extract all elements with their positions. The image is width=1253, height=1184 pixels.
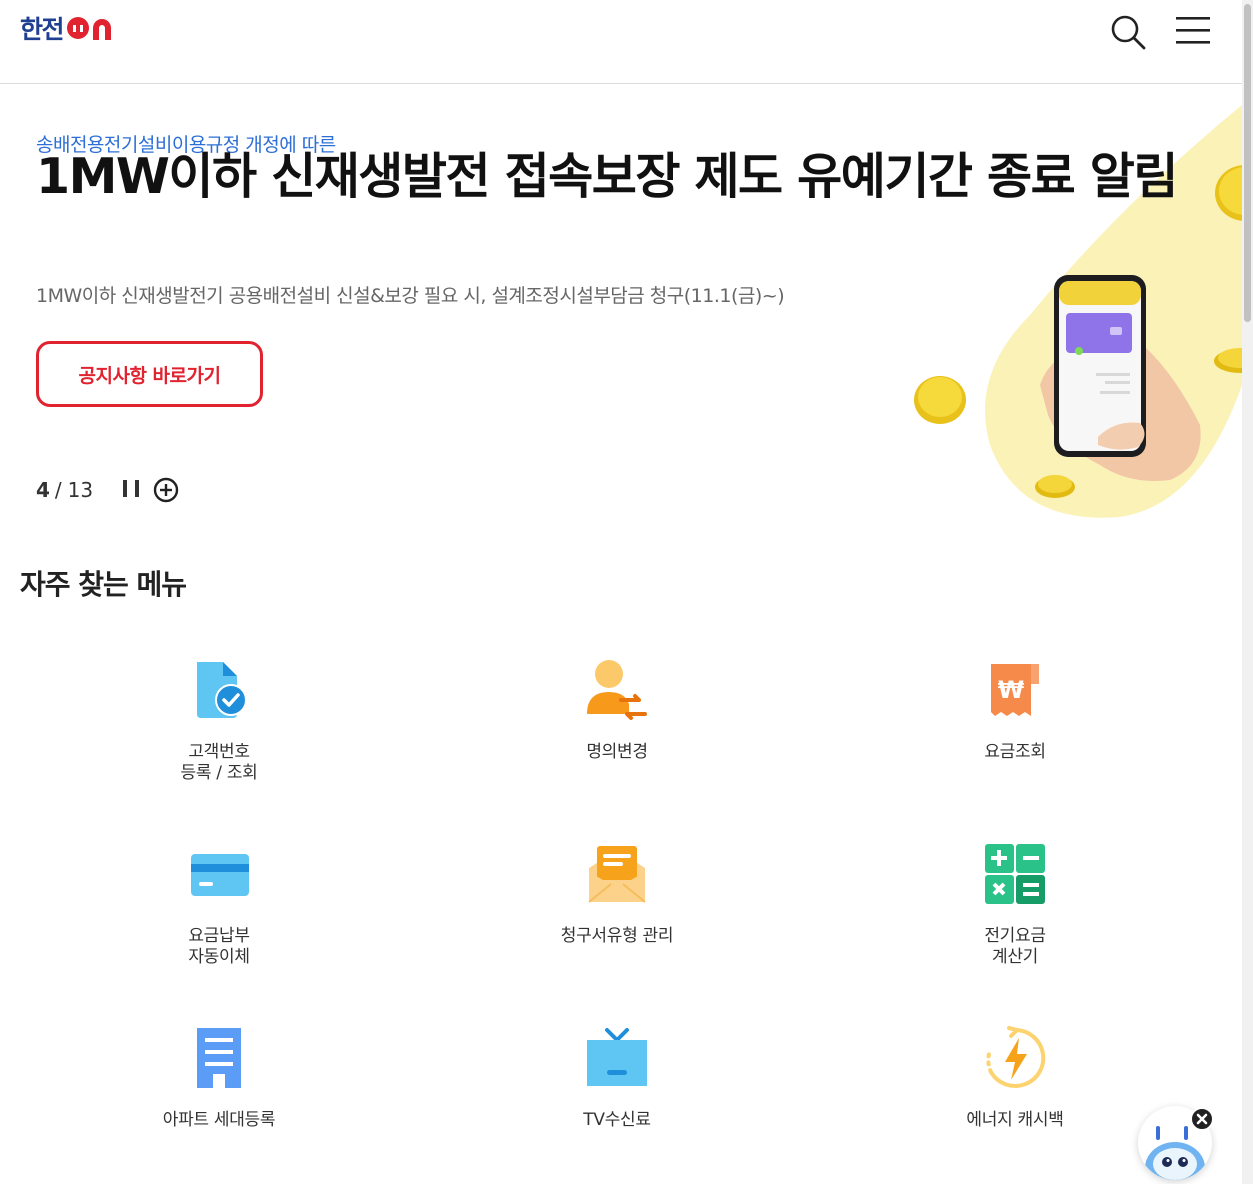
menu-label: 요금조회: [984, 742, 1046, 762]
envelope-icon: [588, 846, 646, 903]
close-icon: [1196, 1113, 1208, 1125]
main-banner: 송배전용전기설비이용규정 개정에 따른 1MW이하 신재생발전 접속보장 제도 …: [0, 85, 1242, 525]
menu-label: 전기요금 계산기: [984, 926, 1046, 967]
page-scrollbar[interactable]: [1242, 0, 1253, 1184]
menu-label: 명의변경: [586, 742, 648, 762]
menu-item-bill-inquiry[interactable]: ₩ 요금조회: [816, 640, 1214, 810]
calculator-icon: [985, 844, 1045, 904]
person-transfer-icon: [587, 660, 647, 720]
svg-text:₩: ₩: [998, 676, 1025, 704]
kepco-on-logo[interactable]: 한전: [20, 12, 115, 44]
pause-button[interactable]: [123, 480, 140, 500]
hamburger-icon: [1176, 17, 1210, 44]
hamburger-menu-button[interactable]: [1174, 14, 1214, 48]
pause-icon: [123, 480, 128, 497]
won-receipt-icon: ₩: [991, 664, 1039, 716]
menu-label: 아파트 세대등록: [162, 1110, 276, 1130]
menu-item-name-change[interactable]: 명의변경: [418, 640, 816, 810]
search-button[interactable]: [1108, 12, 1148, 52]
scrollbar-thumb[interactable]: [1244, 4, 1251, 322]
search-icon: [1111, 15, 1146, 50]
menu-label: TV수신료: [583, 1110, 651, 1130]
menu-label: 요금납부 자동이체: [188, 926, 250, 967]
pager-current: 4: [36, 478, 50, 502]
tv-icon: [587, 1028, 647, 1086]
pager-total: 13: [67, 478, 94, 502]
menu-item-bill-type[interactable]: 청구서유형 관리: [418, 824, 816, 994]
banner-description: 1MW이하 신재생발전기 공용배전설비 신설&보강 필요 시, 설계조정시설부담…: [36, 285, 785, 307]
pager-separator: /: [54, 478, 62, 502]
menu-item-auto-payment[interactable]: 요금납부 자동이체: [20, 824, 418, 994]
energy-cashback-icon: [986, 1026, 1046, 1088]
document-check-icon: [197, 662, 247, 718]
apartment-icon: [197, 1028, 241, 1088]
logo-text: 한전: [20, 15, 65, 44]
menu-label: 고객번호 등록 / 조회: [180, 742, 258, 783]
chatbot-close-button[interactable]: [1190, 1107, 1214, 1131]
menu-item-tv-fee[interactable]: TV수신료: [418, 1008, 816, 1178]
logo-on-mark: [65, 14, 115, 42]
banner-pager: 4 / 13: [36, 477, 179, 503]
menu-item-customer-number[interactable]: 고객번호 등록 / 조회: [20, 640, 418, 810]
menu-label: 청구서유형 관리: [560, 926, 674, 946]
site-header: 한전: [0, 0, 1242, 84]
notice-shortcut-button[interactable]: 공지사항 바로가기: [36, 341, 263, 407]
plus-circle-icon[interactable]: [153, 477, 179, 503]
frequent-menu-title: 자주 찾는 메뉴: [20, 568, 187, 601]
credit-card-icon: [191, 854, 249, 896]
menu-item-apartment-registration[interactable]: 아파트 세대등록: [20, 1008, 418, 1178]
banner-title: 1MW이하 신재생발전 접속보장 제도 유예기간 종료 알림: [36, 148, 1178, 205]
menu-item-bill-calculator[interactable]: 전기요금 계산기: [816, 824, 1214, 994]
menu-label: 에너지 캐시백: [966, 1110, 1064, 1130]
